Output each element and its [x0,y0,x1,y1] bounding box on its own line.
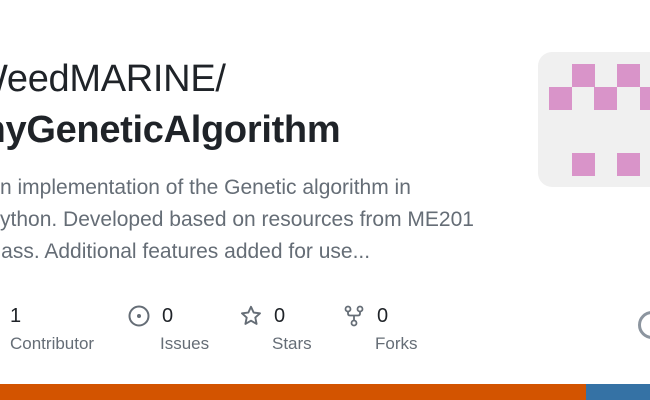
github-logo-icon [638,311,650,339]
star-label: Stars [272,334,312,353]
issue-icon [128,305,150,327]
language-segment-primary [0,384,586,400]
contributor-count: 1 [10,304,22,327]
repo-owner[interactable]: WeedMARINE/ [0,54,340,104]
stat-issues[interactable]: 0 Issues [128,300,209,354]
fork-count: 0 [377,304,389,327]
repo-description: An implementation of the Genetic algorit… [0,176,474,263]
stat-forks[interactable]: 0 Forks [343,300,418,354]
language-segment-secondary [586,384,650,400]
stat-contributors[interactable]: 1 Contributor [0,300,94,354]
owner-avatar[interactable] [538,52,650,187]
language-bar [0,384,650,400]
stat-stars[interactable]: 0 Stars [240,300,312,354]
repo-title: WeedMARINE/ myGeneticAlgorithm [0,54,341,156]
repo-name[interactable]: myGeneticAlgorithm [0,104,341,156]
fork-label: Forks [375,334,418,353]
contributor-label: Contributor [10,334,95,353]
star-count: 0 [274,304,286,327]
star-icon [240,305,262,327]
issue-count: 0 [162,304,174,327]
fork-icon [343,305,365,327]
issue-label: Issues [160,334,210,353]
